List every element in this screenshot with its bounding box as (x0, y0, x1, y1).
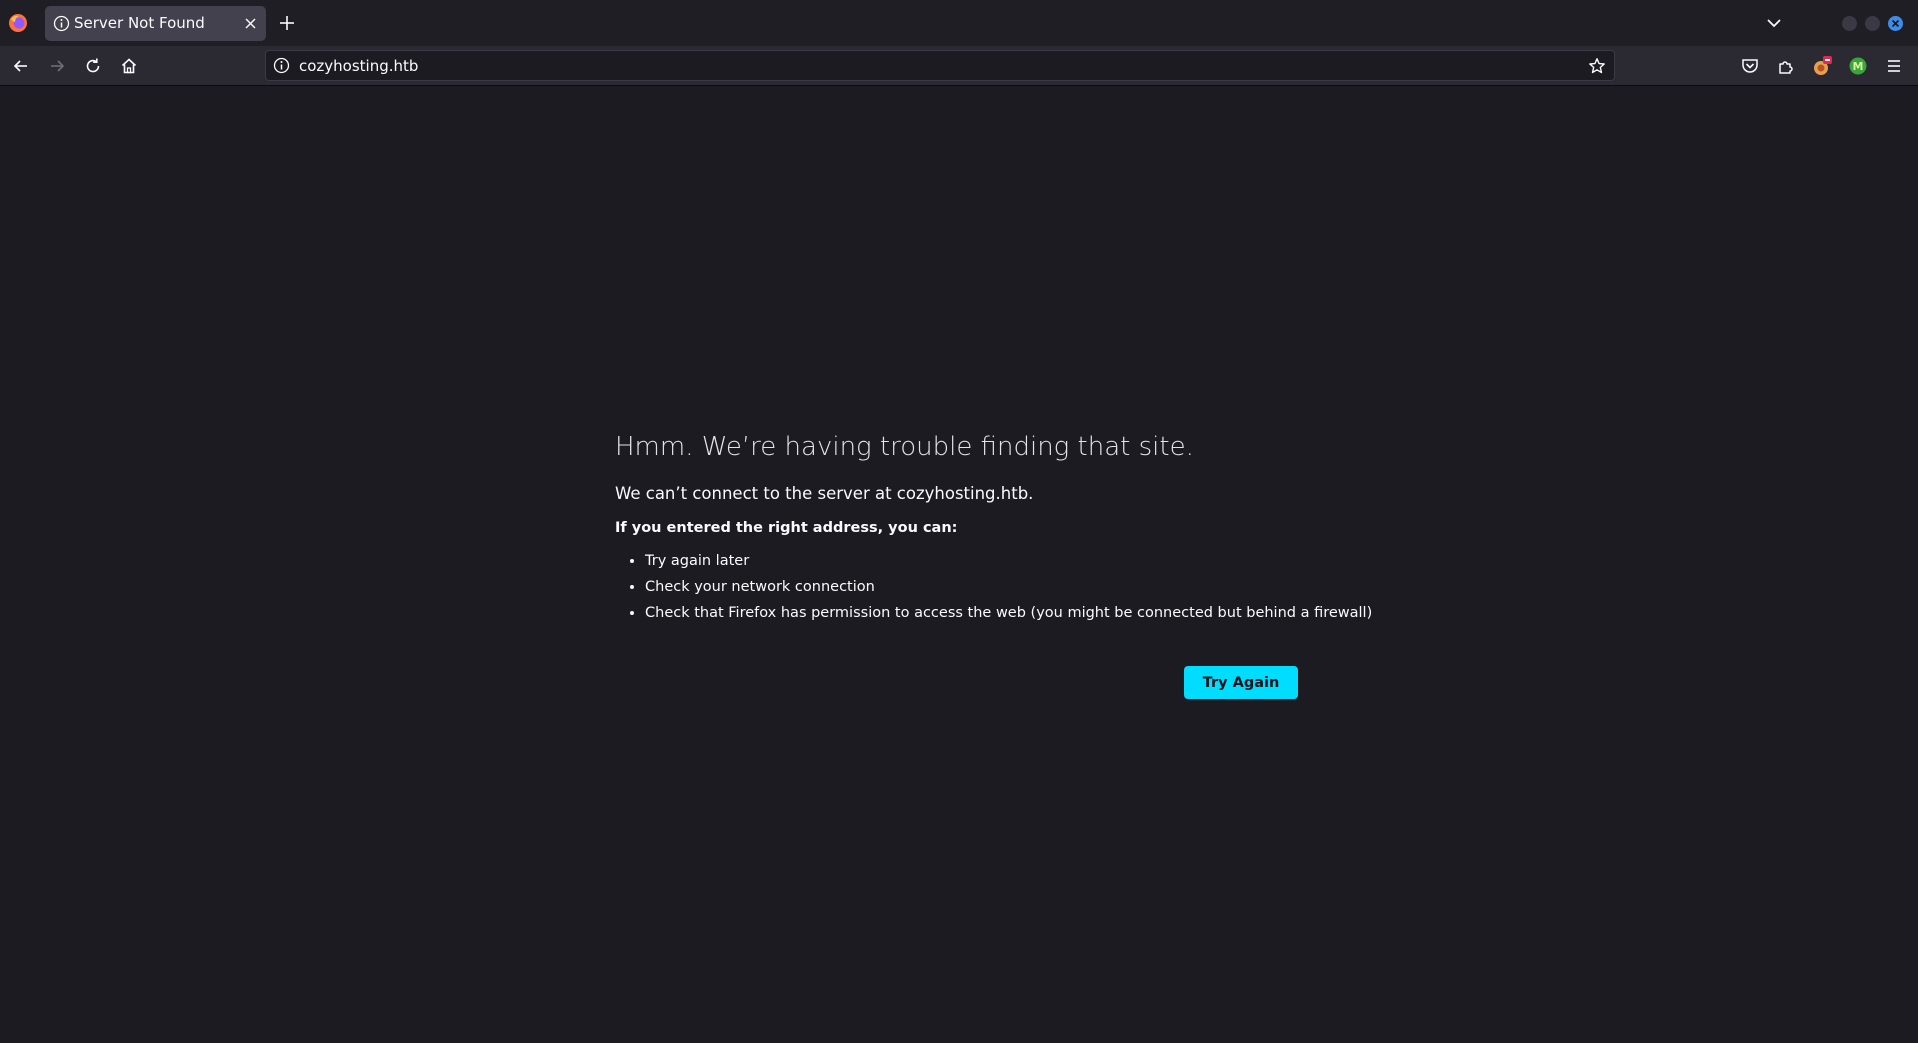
tab-title: Server Not Found (74, 14, 205, 32)
window-maximize-button[interactable] (1865, 16, 1880, 31)
arrow-right-icon[interactable] (48, 57, 66, 75)
plus-icon[interactable] (278, 14, 296, 32)
star-icon[interactable] (1588, 57, 1606, 75)
url-text[interactable]: cozyhosting.htb (299, 57, 418, 75)
svg-text:M: M (1853, 60, 1864, 73)
puzzle-icon[interactable] (1776, 56, 1796, 76)
error-subheading: If you entered the right address, you ca… (615, 520, 958, 536)
reload-icon[interactable] (84, 57, 102, 75)
url-bar[interactable]: cozyhosting.htb (265, 50, 1615, 81)
arrow-left-icon[interactable] (12, 57, 30, 75)
window-close-button[interactable] (1888, 16, 1903, 31)
info-icon (53, 15, 70, 32)
list-item: Check that Firefox has permission to acc… (645, 600, 1372, 626)
close-icon[interactable] (243, 16, 258, 31)
error-page: Hmm. We’re having trouble finding that s… (615, 428, 1372, 699)
tab-server-not-found[interactable]: Server Not Found (45, 6, 266, 41)
error-description: We can’t connect to the server at cozyho… (615, 484, 1034, 503)
close-icon (1891, 19, 1900, 28)
extension-badge-icon[interactable] (1812, 56, 1832, 76)
window-minimize-button[interactable] (1842, 16, 1857, 31)
suggestion-list: Try again later Check your network conne… (615, 548, 1372, 626)
list-item: Try again later (645, 548, 1315, 574)
tab-strip: Server Not Found (0, 0, 1918, 46)
pocket-icon[interactable] (1740, 56, 1760, 76)
list-item: Check your network connection (645, 574, 1315, 600)
navigation-toolbar: cozyhosting.htb M (0, 46, 1918, 86)
try-again-button[interactable]: Try Again (1184, 666, 1298, 699)
firefox-logo-icon[interactable] (8, 13, 28, 33)
home-icon[interactable] (120, 57, 138, 75)
extension-green-icon[interactable]: M (1848, 56, 1868, 76)
info-icon[interactable] (273, 57, 290, 74)
chevron-down-icon[interactable] (1766, 16, 1782, 30)
hamburger-menu-icon[interactable] (1884, 56, 1904, 76)
error-title: Hmm. We’re having trouble finding that s… (615, 432, 1194, 462)
